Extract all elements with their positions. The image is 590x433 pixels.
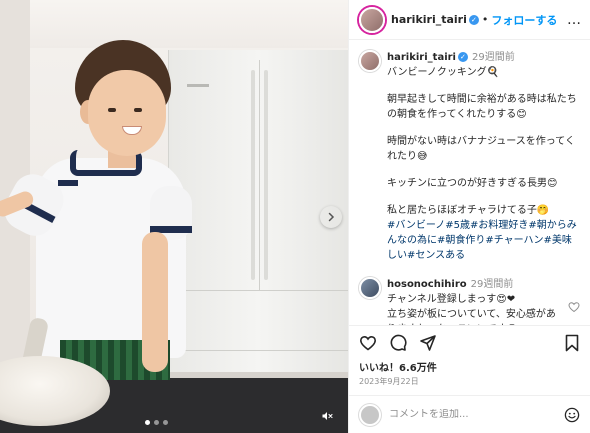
caption-time: 29週間前 — [471, 52, 515, 63]
post-media[interactable] — [0, 0, 348, 433]
action-bar — [349, 325, 590, 359]
carousel-dot — [154, 420, 159, 425]
shirt-pocket-trim — [58, 180, 78, 186]
post-dialog: harikiri_tairi ✓ • フォローする … harikiri_tai… — [0, 0, 590, 433]
like-button[interactable] — [359, 334, 377, 352]
author-avatar[interactable] — [359, 6, 385, 33]
verified-badge-icon: ✓ — [468, 14, 479, 25]
fridge-logo — [187, 84, 209, 87]
fridge-drawer-line — [169, 290, 348, 291]
viewer-avatar — [359, 403, 381, 426]
mute-toggle-button[interactable] — [316, 405, 338, 427]
ceiling — [0, 0, 348, 48]
separator: • — [481, 13, 489, 26]
emoji-button[interactable] — [564, 407, 580, 423]
follow-button[interactable]: フォローする — [491, 12, 557, 28]
like-count[interactable]: いいね！6.6万件 — [349, 359, 590, 374]
comment-header: hosonochihiro 29週間前 — [387, 277, 562, 292]
boy-eye-right — [134, 108, 142, 112]
comment-item: hosonochihiro 29週間前 チャンネル登録しまっす😍❤ 立ち姿が板につ… — [359, 277, 580, 325]
chevron-right-icon — [328, 212, 335, 222]
caption-header: harikiri_tairi ✓ 29週間前 — [387, 50, 580, 65]
caption-line: バンビーノクッキング🍳 — [387, 67, 500, 78]
author-username[interactable]: harikiri_tairi — [391, 13, 467, 26]
commenter-avatar[interactable] — [359, 277, 381, 299]
verified-badge-icon: ✓ — [457, 52, 468, 62]
post-side-panel: harikiri_tairi ✓ • フォローする … harikiri_tai… — [348, 0, 590, 433]
muted-speaker-icon — [322, 412, 333, 420]
carousel-dot — [145, 420, 150, 425]
carousel-next-button[interactable] — [320, 206, 342, 228]
comment-body: hosonochihiro 29週間前 チャンネル登録しまっす😍❤ 立ち姿が板につ… — [387, 277, 562, 325]
comment-text: チャンネル登録しまっす😍❤ 立ち姿が板についていて、安心感がありますね。かっこい… — [387, 294, 556, 325]
comment-like-icon[interactable] — [568, 301, 580, 313]
heart-icon — [359, 335, 377, 350]
caption-avatar[interactable] — [359, 50, 381, 72]
post-date: 2023年9月22日 — [359, 377, 419, 386]
caption-line: 朝早起きして時間に余裕がある時は私たちの朝食を作ってくれたりする😊 — [387, 94, 577, 120]
commenter-username[interactable]: hosonochihiro — [387, 279, 467, 290]
comment-input[interactable] — [389, 409, 556, 420]
fridge-drawer-line-2 — [169, 350, 348, 351]
caption-line: キッチンに立つのが好きすぎる長男😊 — [387, 178, 558, 189]
post-header: harikiri_tairi ✓ • フォローする … — [349, 0, 590, 40]
caption-line: 時間がない時はバナナジュースを作ってくれたり😅 — [387, 136, 575, 162]
more-options-icon[interactable]: … — [567, 12, 582, 28]
comment-icon — [390, 334, 407, 351]
carousel-dot — [163, 420, 168, 425]
caption-body: harikiri_tairi ✓ 29週間前 バンビーノクッキング🍳 朝早起きして時… — [387, 50, 580, 263]
caption-hashtags[interactable]: #バンビーノ#5歳#お料理好き#朝からみんなの為に#朝食作り#チャーハン#美味し… — [387, 218, 580, 263]
paper-plane-icon — [420, 334, 436, 351]
fridge-door-line — [259, 60, 260, 290]
comment-composer — [349, 395, 590, 433]
caption-line: 私と居たらほぼオチャラけてる子🤭 — [387, 205, 550, 216]
save-button[interactable] — [564, 334, 580, 352]
fridge-handle-left — [251, 70, 255, 280]
boy-face — [88, 70, 166, 156]
caption: harikiri_tairi ✓ 29週間前 バンビーノクッキング🍳 朝早起きして時… — [359, 50, 580, 263]
bookmark-icon — [565, 334, 579, 351]
fridge-handle-right — [264, 70, 268, 280]
comment-button[interactable] — [389, 334, 407, 352]
caption-username[interactable]: harikiri_tairi — [387, 52, 456, 63]
comment-time: 29週間前 — [470, 279, 514, 290]
boy-eye-left — [108, 108, 116, 112]
boy-arm-right — [142, 232, 168, 372]
comments-list[interactable]: harikiri_tairi ✓ 29週間前 バンビーノクッキング🍳 朝早起きして時… — [349, 40, 590, 325]
carousel-indicator — [145, 420, 168, 425]
share-button[interactable] — [419, 334, 437, 352]
smiley-icon — [564, 407, 580, 422]
